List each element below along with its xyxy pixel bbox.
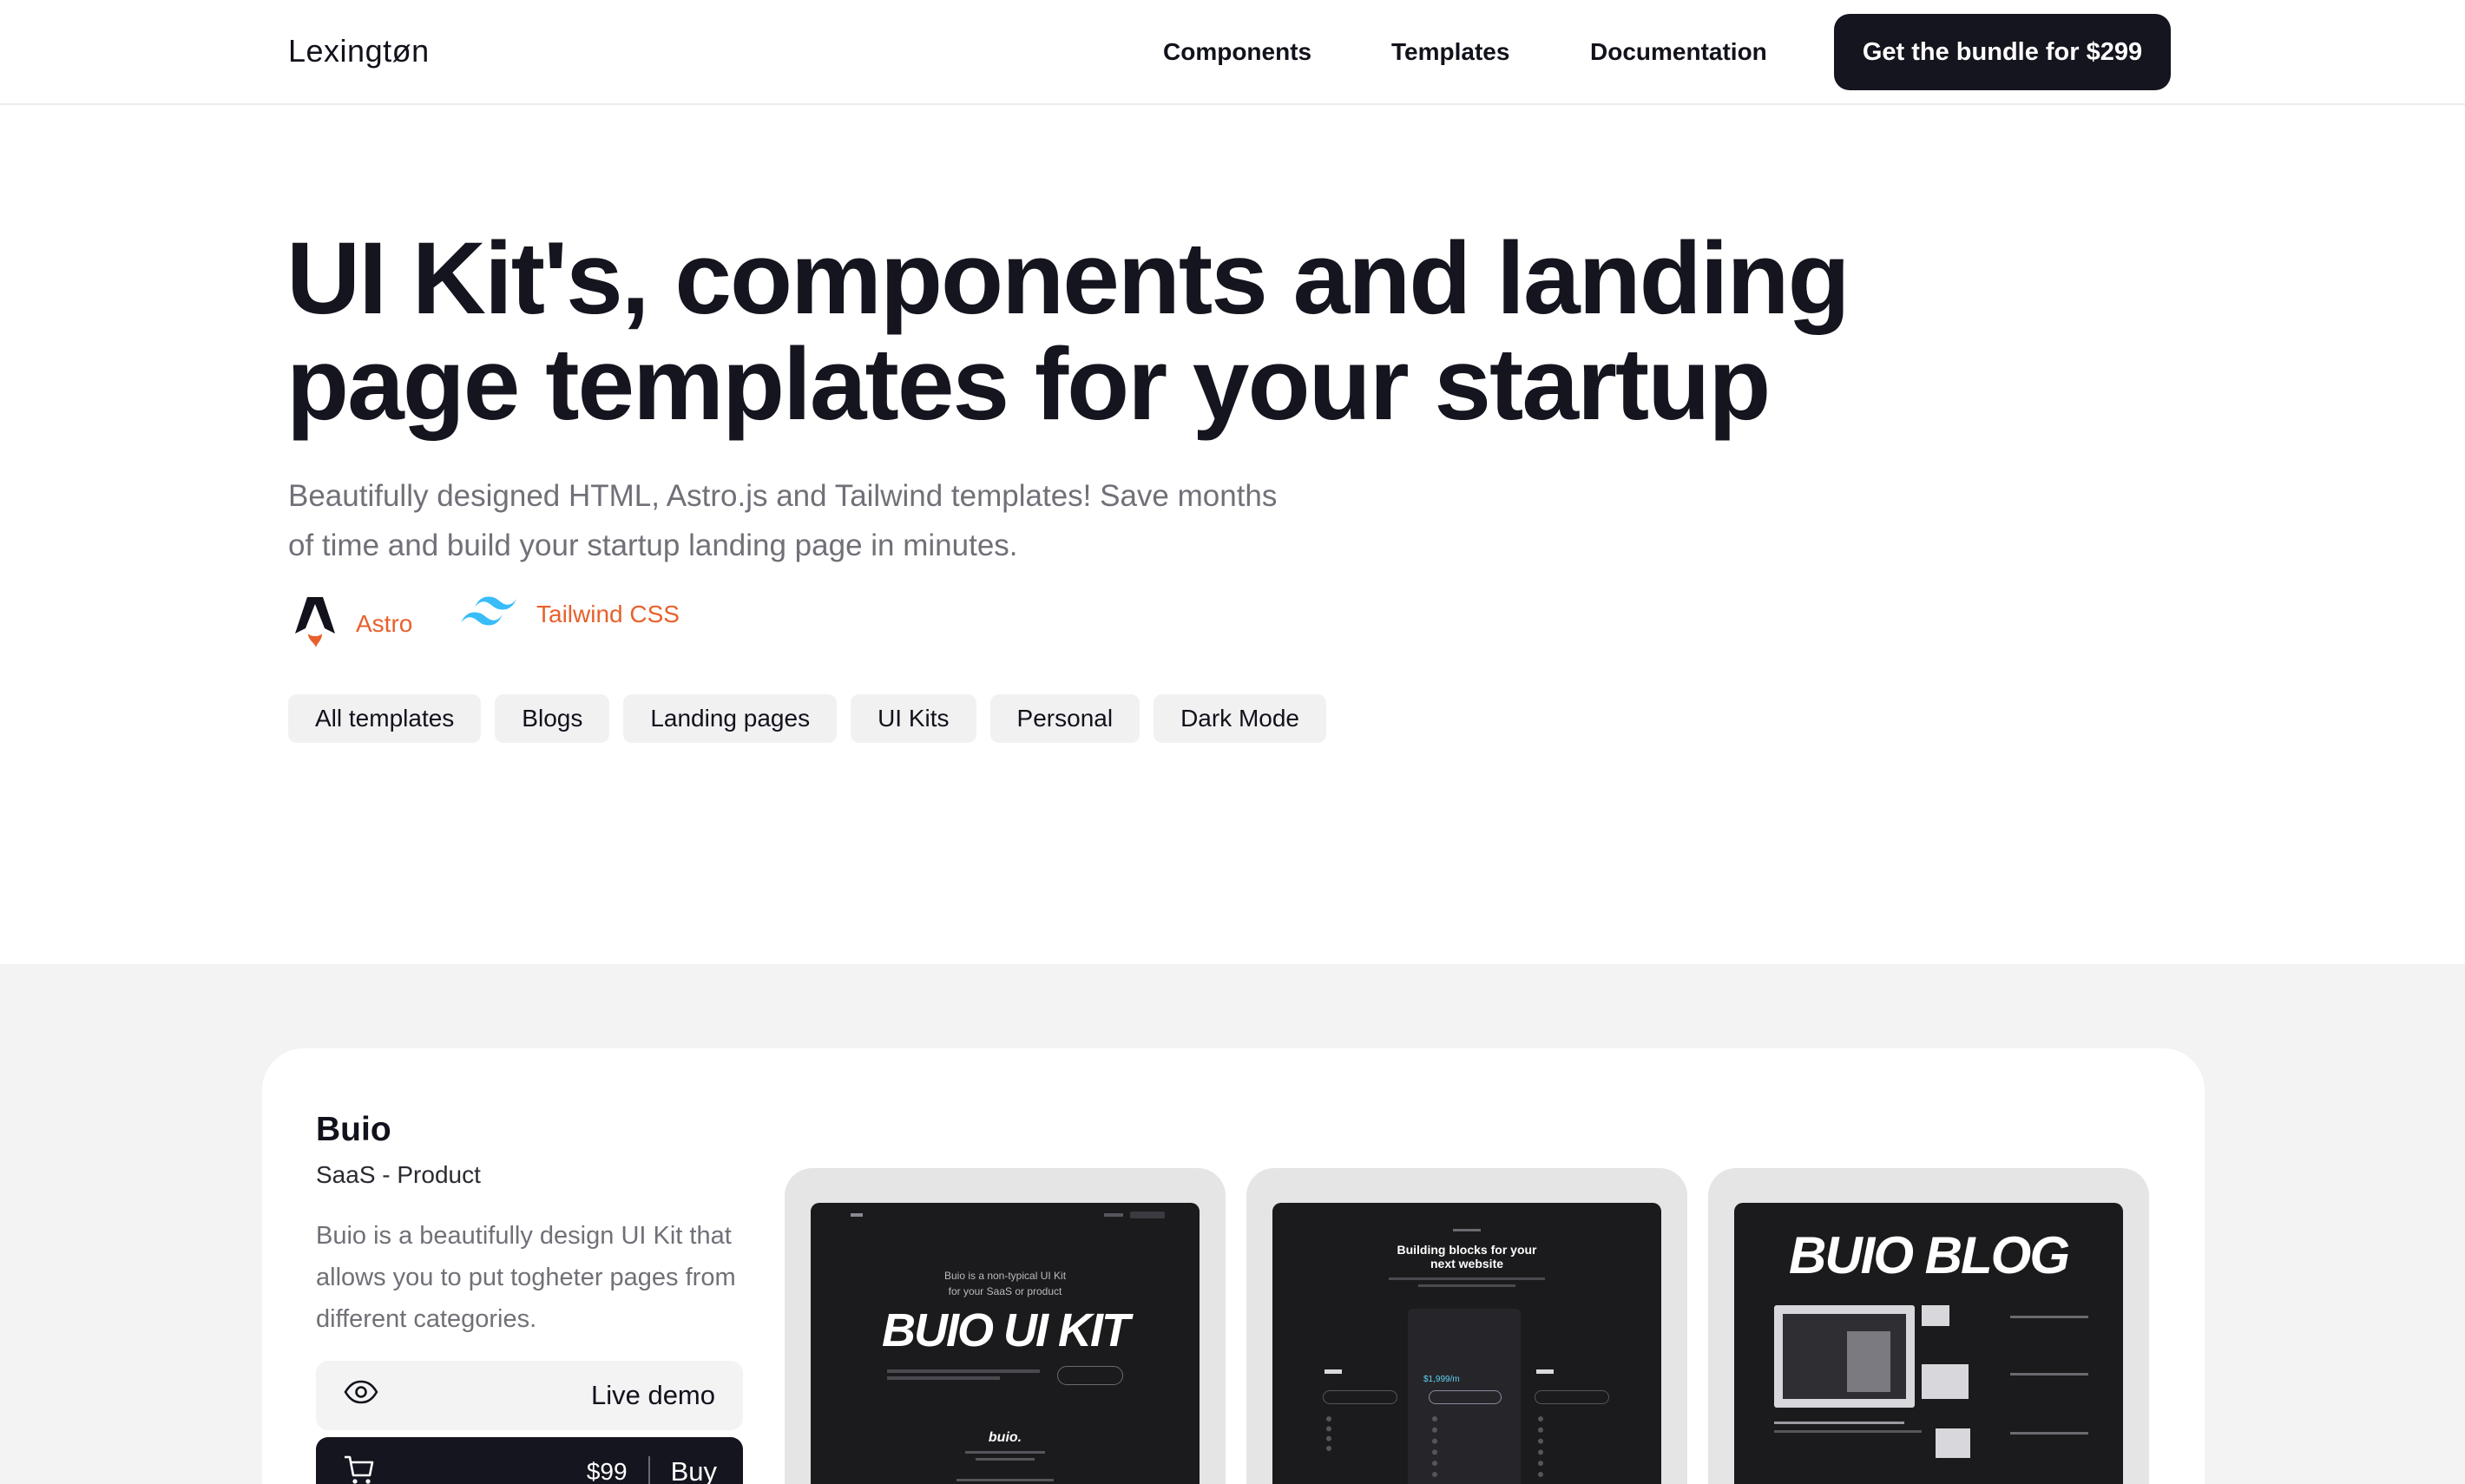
mini-navbar (851, 1211, 1165, 1220)
mini-free-label (1536, 1369, 1554, 1374)
filter-all-templates[interactable]: All templates (288, 694, 482, 743)
mini-thumb (1936, 1428, 1970, 1458)
mini-button (1535, 1390, 1609, 1404)
mini-feature-list (1538, 1416, 1590, 1477)
mini-text (965, 1451, 1045, 1454)
mini-article-text (2010, 1316, 2088, 1350)
filter-chips: All templates Blogs Landing pages UI Kit… (288, 694, 1326, 743)
mini-article-text (2010, 1373, 2088, 1408)
mini-feature-list (1432, 1416, 1484, 1477)
preview-blog-headline: BUIO BLOG (1789, 1226, 2070, 1284)
preview-screen-pricing: Building blocks for your next website $1… (1272, 1203, 1661, 1484)
cart-icon (342, 1453, 377, 1484)
mini-thumb (1922, 1364, 1969, 1399)
hero-title: UI Kit's, components and landing page te… (286, 221, 1850, 442)
mini-thumb (1922, 1305, 1949, 1326)
tech-label-astro: Astro (356, 609, 413, 637)
preview-thumbnail-landing[interactable]: Buio is a non-typical UI Kit for your Sa… (785, 1168, 1226, 1484)
mini-text (1389, 1277, 1545, 1280)
preview-price: $1,999/m (1423, 1375, 1460, 1384)
preview-thumbnail-pricing[interactable]: Building blocks for your next website $1… (1246, 1168, 1687, 1484)
buy-price: $99 (586, 1458, 628, 1484)
eye-icon (344, 1380, 378, 1411)
mini-footer-links (956, 1479, 1054, 1481)
nav-link-documentation[interactable]: Documentation (1590, 38, 1767, 66)
filter-landing-pages[interactable]: Landing pages (623, 694, 838, 743)
get-bundle-button[interactable]: Get the bundle for $299 (1834, 14, 2171, 90)
top-navbar: Lexingtøn Components Templates Documenta… (0, 0, 2465, 105)
mini-article-title (1774, 1422, 1904, 1424)
mini-button (1323, 1390, 1397, 1404)
live-demo-label: Live demo (590, 1380, 715, 1410)
mini-text (976, 1458, 1035, 1461)
preview-logo: buio. (988, 1430, 1022, 1445)
mini-text (1774, 1430, 1922, 1433)
filter-personal[interactable]: Personal (989, 694, 1140, 743)
mini-button (1057, 1366, 1123, 1385)
product-category: SaaS - Product (316, 1161, 481, 1188)
mini-feature-list (1326, 1416, 1373, 1451)
preview-heading-1: Building blocks for your (1397, 1243, 1537, 1257)
preview-headline: BUIO UI KIT (882, 1304, 1130, 1356)
product-description: Buio is a beautifully design UI Kit that… (316, 1222, 736, 1333)
preview-thumbnail-blog[interactable]: BUIO BLOG (1708, 1168, 2149, 1484)
buy-button[interactable]: $99 Buy (316, 1437, 743, 1484)
mini-button (1429, 1390, 1502, 1404)
nav-link-components[interactable]: Components (1163, 38, 1311, 66)
filter-dark-mode[interactable]: Dark Mode (1154, 694, 1326, 743)
filter-ui-kits[interactable]: UI Kits (851, 694, 976, 743)
site-logo[interactable]: Lexingtøn (288, 33, 430, 69)
mini-free-label (1325, 1369, 1342, 1374)
hero-subtitle: Beautifully designed HTML, Astro.js and … (288, 479, 1278, 562)
product-title: Buio (316, 1111, 391, 1148)
live-demo-button[interactable]: Live demo (316, 1361, 743, 1430)
mini-text (887, 1376, 1000, 1380)
preview-screen-landing: Buio is a non-typical UI Kit for your Sa… (811, 1203, 1200, 1484)
nav-link-templates[interactable]: Templates (1391, 38, 1509, 66)
preview-tagline-2: for your SaaS or product (948, 1285, 1062, 1297)
preview-heading-2: next website (1430, 1257, 1504, 1271)
mini-article-text (2010, 1432, 2088, 1467)
mini-text (887, 1369, 1040, 1373)
tech-tailwind[interactable]: Tailwind CSS (460, 594, 680, 634)
preview-screen-blog: BUIO BLOG (1734, 1203, 2123, 1484)
buy-label: Buy (670, 1456, 717, 1484)
tech-astro[interactable]: Astro (293, 594, 412, 653)
tech-label-tailwind: Tailwind CSS (536, 600, 680, 627)
mini-text (1418, 1284, 1515, 1287)
buy-divider (647, 1456, 650, 1484)
preview-tagline-1: Buio is a non-typical UI Kit (943, 1270, 1067, 1282)
astro-icon (293, 594, 337, 653)
filter-blogs[interactable]: Blogs (495, 694, 610, 743)
tailwind-icon (460, 594, 517, 634)
mini-eyebrow (1453, 1229, 1481, 1231)
mini-blog-image (1774, 1305, 1915, 1408)
